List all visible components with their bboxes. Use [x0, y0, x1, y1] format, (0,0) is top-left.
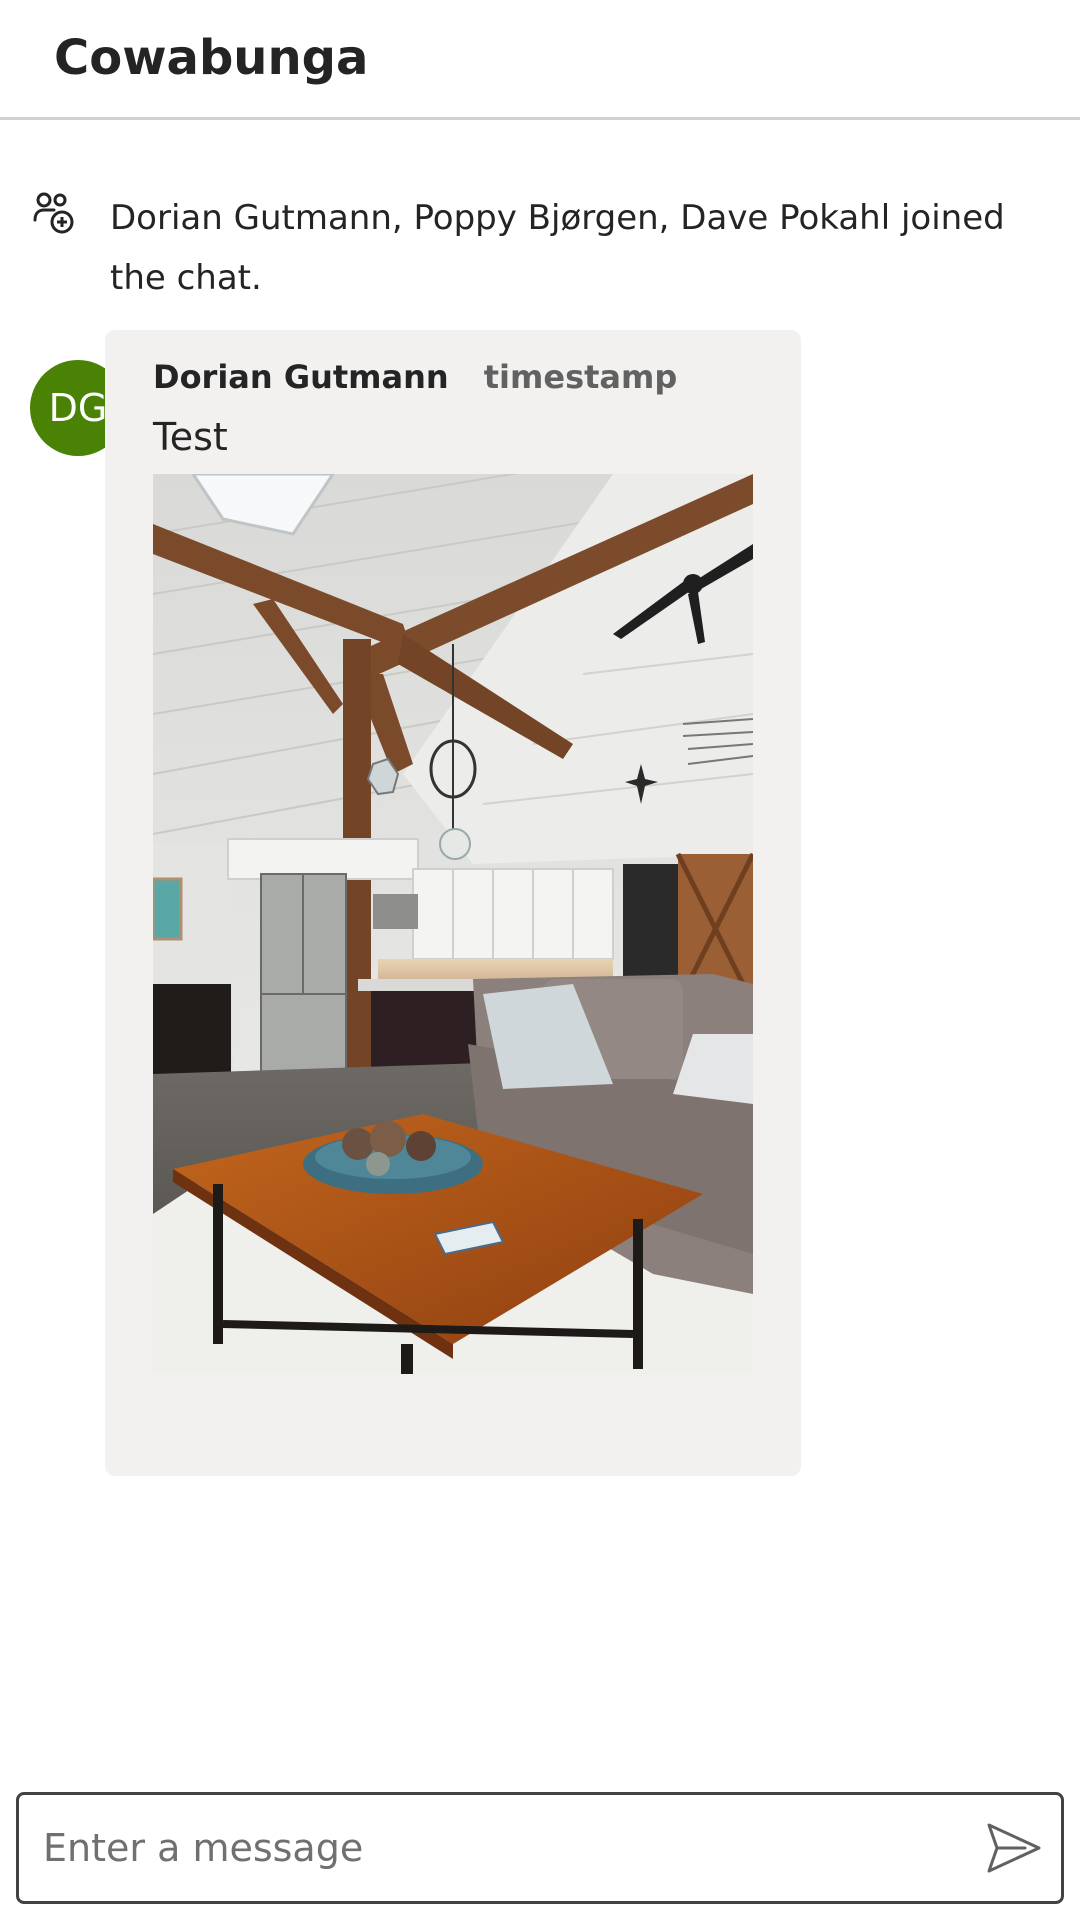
- system-message-text: Dorian Gutmann, Poppy Bjørgen, Dave Poka…: [110, 198, 1005, 298]
- message-image-attachment[interactable]: [153, 474, 753, 1374]
- living-room-photo: [153, 474, 753, 1374]
- message-header: Dorian Gutmann timestamp: [153, 352, 677, 402]
- message-bubble: Dorian Gutmann timestamp Test: [105, 330, 801, 1476]
- message-input[interactable]: [43, 1795, 943, 1901]
- message-composer: [16, 1792, 1064, 1904]
- send-icon[interactable]: [979, 1813, 1049, 1883]
- system-message: Dorian Gutmann, Poppy Bjørgen, Dave Poka…: [0, 180, 1080, 300]
- chat-header: Cowabunga: [0, 0, 1080, 120]
- message-timestamp: timestamp: [483, 358, 678, 396]
- person-add-icon: [33, 192, 74, 234]
- message-text: Test: [153, 415, 228, 459]
- chat-title: Cowabunga: [54, 30, 369, 86]
- message-author: Dorian Gutmann: [153, 358, 449, 396]
